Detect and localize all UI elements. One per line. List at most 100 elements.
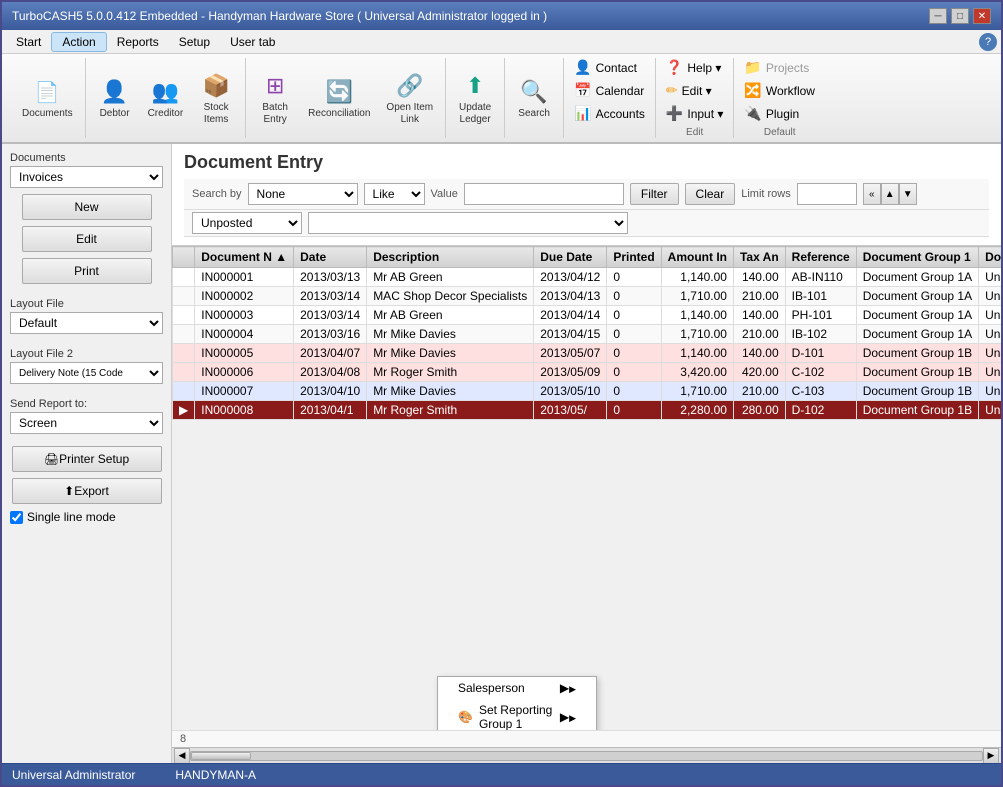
menu-item-start[interactable]: Start (6, 33, 51, 51)
layout-file2-select[interactable]: Delivery Note (15 Code (10, 362, 163, 384)
toolbar-btn-batch[interactable]: ⊞ BatchEntry (252, 67, 298, 129)
close-button[interactable]: ✕ (973, 8, 991, 24)
toolbar-btn-updateledger[interactable]: ⬆ UpdateLedger (452, 67, 498, 129)
ctx-salesperson[interactable]: Salesperson ▶ (438, 677, 596, 699)
col-date[interactable]: Date (294, 247, 367, 268)
input-icon: ➕ (666, 105, 683, 122)
ctx-rg1-label: Set Reporting Group 1 (479, 703, 554, 730)
printer-setup-button[interactable]: 🖨 Printer Setup (12, 446, 162, 472)
scroll-right-arrow[interactable]: ▶ (983, 748, 999, 764)
filter-button[interactable]: Filter (630, 183, 679, 205)
toolbar-btn-openitem[interactable]: 🔗 Open ItemLink (380, 67, 439, 129)
help-menu-button[interactable]: ? (979, 33, 997, 51)
menu-item-action[interactable]: Action (51, 32, 106, 52)
col-description[interactable]: Description (367, 247, 534, 268)
table-row[interactable]: IN0000032013/03/14Mr AB Green2013/04/140… (173, 306, 1002, 325)
contact-icon: 👤 (574, 59, 591, 76)
print-button[interactable]: Print (22, 258, 152, 284)
table-row[interactable]: ▶IN0000082013/04/1Mr Roger Smith2013/05/… (173, 401, 1002, 420)
condition-select[interactable]: Like Equal (364, 183, 425, 205)
menu-item-reports[interactable]: Reports (107, 33, 169, 51)
accounts-icon: 📊 (574, 105, 591, 122)
table-row[interactable]: IN0000072013/04/10Mr Mike Davies2013/05/… (173, 382, 1002, 401)
ctx-set-rg1[interactable]: 🎨 Set Reporting Group 1 ▶ (438, 699, 596, 730)
status-select[interactable]: Unposted Posted All (192, 212, 302, 234)
clear-button[interactable]: Clear (685, 183, 736, 205)
layout-file-select[interactable]: Default (10, 312, 163, 334)
edit-button[interactable]: Edit (22, 226, 152, 252)
maximize-button[interactable]: □ (951, 8, 969, 24)
toolbar-btn-projects[interactable]: 📁 Projects (740, 58, 813, 77)
scroll-track[interactable] (190, 751, 983, 761)
toolbar-group-contact: 👤 Contact 📅 Calendar 📊 Accounts (564, 58, 656, 138)
scroll-thumb[interactable] (191, 752, 251, 760)
col-reference[interactable]: Reference (785, 247, 856, 268)
value-input[interactable] (464, 183, 624, 205)
default-group-label: Default (740, 127, 819, 138)
documents-label: Documents (22, 108, 73, 120)
projects-label: Projects (766, 61, 809, 75)
toolbar-btn-reconciliation[interactable]: 🔄 Reconciliation (302, 73, 376, 123)
toolbar-btn-help[interactable]: ❓ Help ▾ (662, 58, 725, 77)
new-button[interactable]: New (22, 194, 152, 220)
table-row[interactable]: IN0000022013/03/14MAC Shop Decor Special… (173, 287, 1002, 306)
toolbar-btn-input[interactable]: ➕ Input ▾ (662, 104, 727, 123)
toolbar-btn-documents[interactable]: 📄 Documents (16, 73, 79, 123)
col-amount[interactable]: Amount In (661, 247, 733, 268)
menu-item-usertab[interactable]: User tab (220, 33, 285, 51)
toolbar-btn-stock[interactable]: 📦 StockItems (193, 67, 239, 129)
toolbar-btn-calendar[interactable]: 📅 Calendar (570, 81, 648, 100)
col-group1[interactable]: Document Group 1 (856, 247, 978, 268)
creditor-label: Creditor (148, 108, 184, 120)
toolbar-group-search: 🔍 Search (505, 58, 564, 138)
bottom-row: 8 (172, 730, 1001, 747)
send-report-select[interactable]: Screen Printer PDF (10, 412, 163, 434)
single-line-section: Single line mode (10, 510, 163, 524)
documents-table: Document N ▲ Date Description Due Date P… (172, 246, 1001, 420)
title-bar-buttons: ─ □ ✕ (929, 8, 991, 24)
left-panel: Documents Invoices Quotes Orders Credit … (2, 144, 172, 763)
toolbar-btn-plugin[interactable]: 🔌 Plugin (740, 104, 803, 123)
minimize-button[interactable]: ─ (929, 8, 947, 24)
table-row[interactable]: IN0000062013/04/08Mr Roger Smith2013/05/… (173, 363, 1002, 382)
status-company: HANDYMAN-A (175, 768, 256, 782)
toolbar-group-ledger: ⬆ UpdateLedger (446, 58, 505, 138)
nav-up-btn[interactable]: ▲ (881, 183, 899, 205)
projects-icon: 📁 (744, 59, 761, 76)
nav-down-btn[interactable]: ▼ (899, 183, 917, 205)
ctx-rg1-icon: 🎨 (458, 710, 473, 724)
table-row[interactable]: IN0000052013/04/07Mr Mike Davies2013/05/… (173, 344, 1002, 363)
documents-icon: 📄 (31, 76, 63, 108)
toolbar-btn-debtor[interactable]: 👤 Debtor (92, 73, 138, 123)
col-duedate[interactable]: Due Date (534, 247, 607, 268)
export-button[interactable]: ⬆ Export (12, 478, 162, 504)
search-by-select[interactable]: None Document Number Description Referen… (248, 183, 358, 205)
scroll-left-arrow[interactable]: ◀ (174, 748, 190, 764)
edit-group-label: Edit (662, 127, 727, 138)
toolbar-group-batch: ⊞ BatchEntry 🔄 Reconciliation 🔗 Open Ite… (246, 58, 446, 138)
limit-input[interactable]: 5000 (797, 183, 857, 205)
status-bar: Universal Administrator HANDYMAN-A (2, 763, 1001, 785)
col-printed[interactable]: Printed (607, 247, 661, 268)
single-line-label: Single line mode (27, 510, 116, 524)
toolbar-btn-search[interactable]: 🔍 Search (511, 73, 557, 123)
toolbar-btn-creditor[interactable]: 👥 Creditor (142, 73, 190, 123)
filter-wide-select[interactable] (308, 212, 628, 234)
toolbar-btn-workflow[interactable]: 🔀 Workflow (740, 81, 819, 100)
col-docnum[interactable]: Document N ▲ (195, 247, 294, 268)
table-row[interactable]: IN0000042013/03/16Mr Mike Davies2013/04/… (173, 325, 1002, 344)
toolbar-btn-accounts[interactable]: 📊 Accounts (570, 104, 649, 123)
single-line-checkbox[interactable] (10, 511, 23, 524)
main-panel: Document Entry Search by None Document N… (172, 144, 1001, 763)
menu-item-setup[interactable]: Setup (169, 33, 220, 51)
edit-icon: ✏ (666, 82, 678, 99)
nav-left-btn[interactable]: « (863, 183, 881, 205)
doc-entry-title: Document Entry (184, 152, 989, 173)
table-row[interactable]: IN0000012013/03/13Mr AB Green2013/04/120… (173, 268, 1002, 287)
horizontal-scrollbar[interactable]: ◀ ▶ (172, 747, 1001, 763)
documents-select[interactable]: Invoices Quotes Orders Credit Notes (10, 166, 163, 188)
col-tax[interactable]: Tax An (733, 247, 785, 268)
toolbar-btn-edit[interactable]: ✏ Edit ▾ (662, 81, 716, 100)
col-group2[interactable]: Docum (979, 247, 1001, 268)
toolbar-btn-contact[interactable]: 👤 Contact (570, 58, 641, 77)
